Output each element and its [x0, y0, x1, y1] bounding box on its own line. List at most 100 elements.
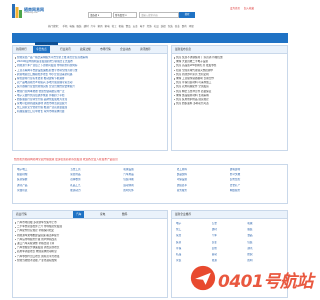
company-category-link[interactable]: 机械	[247, 222, 283, 225]
business-link[interactable]: 汽车零部件出口增长 国际竞争力增强	[17, 255, 165, 258]
tab-appliance[interactable]: 家电	[97, 211, 108, 218]
category-link[interactable]: 包装印刷	[123, 178, 176, 181]
category-link[interactable]: 农林牧渔	[70, 178, 123, 181]
news-link[interactable]: 电子元器件供应链逐步恢复 价格趋于平稳	[17, 94, 165, 97]
business-link[interactable]: 汽车后市场服务升级 用户体验改善	[17, 238, 165, 241]
info-link[interactable]: 供应 高品质LED照明灯具 批发零售	[176, 64, 285, 67]
hot-search-item[interactable]: 礼品	[154, 25, 159, 28]
category-link[interactable]: 建筑建材	[230, 168, 283, 171]
info-link[interactable]: 求购 大量回收二手电子设备	[176, 60, 285, 63]
hot-search-item[interactable]: 化工	[112, 25, 117, 28]
info-row[interactable]: 供应 纺织面料 多种花色可选	[172, 102, 287, 106]
category-link[interactable]: 仪器仪表	[17, 189, 70, 192]
add-favorite-link[interactable]: 加入收藏	[244, 6, 254, 10]
business-link[interactable]: 智能驾驶技术突破 产业化进程加快	[17, 259, 165, 262]
category-link[interactable]: 能源动力	[70, 189, 123, 192]
category-link[interactable]: 汽车用品	[123, 173, 176, 176]
category-link[interactable]: 礼品工艺	[70, 184, 123, 187]
company-category-link[interactable]: 建材	[212, 228, 248, 231]
info-link[interactable]: 供应 环保包装材料 可来样加工	[176, 81, 285, 84]
tab-business[interactable]: 商业行情	[13, 211, 30, 218]
category-link[interactable]: 办公文教	[230, 173, 283, 176]
company-category-link[interactable]: 家居	[176, 234, 212, 237]
info-link[interactable]: 供应 农用机械配件 全国发货	[176, 85, 285, 88]
category-link[interactable]: 食品饮料	[177, 173, 230, 176]
category-link[interactable]: 电子电工	[17, 168, 70, 171]
hot-search-item[interactable]: 家电	[105, 25, 110, 28]
company-category-link[interactable]: 化工	[176, 228, 212, 231]
hot-search-item[interactable]: 汽车	[91, 25, 96, 28]
hot-search-item[interactable]: 医药	[182, 25, 187, 28]
announcement-banner[interactable]: 热烈祝贺随商网易网全面升级改版 更多优质商机等您发现 欢迎各企业入驻发布产品信息	[14, 158, 288, 161]
search-input[interactable]: 请输入搜索内容	[139, 12, 179, 18]
tab-digital[interactable]: 数码	[119, 211, 130, 218]
hot-search-item[interactable]: 包装	[168, 25, 173, 28]
hot-search-item[interactable]: 纺织	[161, 25, 166, 28]
business-link[interactable]: 进口汽车关税调整 价格出现下滑	[17, 242, 165, 245]
tab-company-news[interactable]: 企业动态	[117, 46, 134, 53]
news-link[interactable]: 物流行业降本增效 智慧仓储系统应用广泛	[17, 90, 165, 93]
tab-market[interactable]: 市场行情	[97, 46, 114, 53]
info-link[interactable]: 供应 纺织面料 多种花色可选	[176, 102, 285, 105]
company-category-link[interactable]: 纺织	[247, 253, 283, 256]
company-category-link[interactable]: 医药	[176, 241, 212, 244]
info-link[interactable]: 求购 工业级传感器模块 长期合作	[176, 77, 285, 80]
info-link[interactable]: 供应 精密五金冲压件 质量保证	[176, 90, 285, 93]
category-link[interactable]: 运动休闲	[123, 184, 176, 187]
category-link[interactable]: 服装鞋帽	[17, 173, 70, 176]
company-category-link[interactable]: 安防	[212, 247, 248, 250]
hot-search-item[interactable]: 环保	[189, 25, 194, 28]
company-category-link[interactable]: 农业	[212, 241, 248, 244]
category-link[interactable]: 安防监控	[230, 178, 283, 181]
hot-search-item[interactable]: 食品	[126, 25, 131, 28]
company-category-link[interactable]: 通讯	[247, 247, 283, 250]
business-row[interactable]: 智能驾驶技术突破 产业化进程加快	[13, 259, 167, 263]
category-link[interactable]: 照明灯饰	[123, 189, 176, 192]
company-category-link[interactable]: 电子	[176, 222, 212, 225]
category-link[interactable]: 五金工具	[70, 168, 123, 171]
tab-auto[interactable]: 汽车	[73, 211, 85, 218]
news-row[interactable]: 机械装备出口订单增长 海外市场需求旺盛	[13, 110, 167, 114]
search-category-select[interactable]: 请选择 ▾	[88, 12, 112, 18]
business-link[interactable]: 二手车交易量稳步上升 市场规范化发展	[17, 225, 165, 228]
business-link[interactable]: 商用车销量增长 物流需求拉动明显	[17, 250, 165, 253]
business-link[interactable]: 汽车市场回暖 多款新车型集中上市	[17, 221, 165, 224]
tab-today-hot[interactable]: 今日热点	[33, 46, 50, 53]
news-link[interactable]: 新能源汽车产业链上下游协同发展 市场前景持续向好	[17, 64, 165, 67]
hot-search-item[interactable]: 机械	[119, 25, 124, 28]
news-link[interactable]: 智能家居产品一站式采购服务平台全新上线 助力企业高效采购	[17, 56, 165, 59]
site-logo-icon[interactable]	[12, 4, 22, 18]
hot-search-item[interactable]: 五金	[133, 25, 138, 28]
news-link[interactable]: 绿色建材行业标准更新 推动建筑节能减排	[17, 77, 165, 80]
news-link[interactable]: 农产品电商助力乡村振兴 多地开展直播带货活动	[17, 81, 165, 84]
hot-search-item[interactable]: 电子	[140, 25, 145, 28]
company-category-link[interactable]: 运动	[212, 253, 248, 256]
hot-search-item[interactable]: 农业	[175, 25, 180, 28]
info-link[interactable]: 供应 优质不锈钢板材 厂家直销 价格优惠	[176, 56, 285, 59]
company-category-link[interactable]: 汽车	[212, 234, 248, 237]
tab-recommend[interactable]: 资讯推荐	[137, 46, 154, 53]
hot-search-item[interactable]: 建材	[84, 25, 89, 28]
category-link[interactable]: 纺织皮革	[177, 184, 230, 187]
search-type-select[interactable]: 所有类型 ▾	[113, 12, 137, 18]
business-link[interactable]: 汽车金融业务快速发展 消费贷款增长	[17, 246, 165, 249]
category-link[interactable]: 通讯产品	[17, 184, 70, 187]
news-link[interactable]: 家电以旧换新政策落地 消费市场活跃度提升	[17, 102, 165, 105]
news-link[interactable]: 跨境电商出口规模稳步增长 中小企业迎来新机遇	[17, 73, 165, 76]
company-category-link[interactable]: 食品	[247, 234, 283, 237]
info-link[interactable]: 求购 食品级原材料 长期采购	[176, 94, 285, 97]
category-link[interactable]: 家居用品	[70, 173, 123, 176]
category-link[interactable]: 网络服务	[230, 189, 283, 192]
tab-news-ranking[interactable]: 新闻排行	[13, 46, 30, 53]
category-link[interactable]: 环保设备	[177, 178, 230, 181]
hot-search-item[interactable]: 灯饰	[147, 25, 152, 28]
category-link[interactable]: 机械设备	[123, 168, 176, 171]
business-link[interactable]: 新能源车充电桩建设提速 覆盖率提升	[17, 234, 165, 237]
news-link[interactable]: 纺织服装行业转型升级 品牌化发展成为主流	[17, 98, 165, 101]
hot-search-item[interactable]: 家具	[98, 25, 103, 28]
tab-policy[interactable]: 政策法规	[77, 46, 94, 53]
news-link[interactable]: 医疗器械行业监管新规实施 企业合规经营要求提升	[17, 85, 165, 88]
news-link[interactable]: 2024年度中国制造业发展趋势分析报告正式发布	[17, 60, 165, 63]
company-category-link[interactable]: 服装	[247, 228, 283, 231]
set-homepage-link[interactable]: 设为首页	[230, 6, 240, 10]
